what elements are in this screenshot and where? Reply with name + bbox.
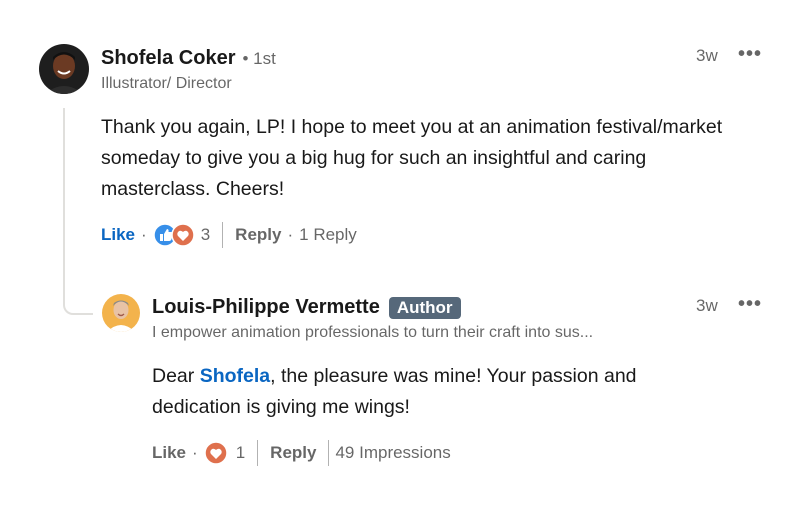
action-divider <box>222 222 224 248</box>
like-button[interactable]: Like <box>101 225 135 245</box>
love-icon <box>203 441 228 465</box>
reply-body: Dear Shofela, the pleasure was mine! You… <box>152 361 712 423</box>
separator-dot: · <box>192 443 198 462</box>
separator-dot: · <box>287 225 294 244</box>
more-options-icon[interactable]: ••• <box>738 44 762 64</box>
reaction-count: 3 <box>200 225 211 244</box>
reactions-summary[interactable]: 3 <box>152 223 211 247</box>
commenter-headline: Illustrator/ Director <box>101 75 232 92</box>
reply-author-name[interactable]: Louis-Philippe Vermette <box>152 296 380 319</box>
thread-connector <box>63 108 93 315</box>
action-divider <box>328 440 330 466</box>
reply-author-headline: I empower animation professionals to tur… <box>152 324 594 341</box>
reply-button[interactable]: Reply <box>235 225 281 245</box>
comment-timestamp: 3w <box>696 46 718 65</box>
separator-dot: · <box>141 225 147 244</box>
reply-author-avatar[interactable] <box>102 294 140 332</box>
commenter-name[interactable]: Shofela Coker <box>101 47 235 70</box>
reaction-count: 1 <box>235 443 246 462</box>
reply-body-prefix: Dear <box>152 365 200 387</box>
love-icon <box>170 223 195 247</box>
connection-degree: • 1st <box>242 49 276 68</box>
comment-body: Thank you again, LP! I hope to meet you … <box>101 116 723 200</box>
reaction-icons <box>152 223 195 247</box>
more-options-icon[interactable]: ••• <box>738 294 762 314</box>
reply-actions: Like · 1 Reply 49 Impressions <box>152 440 451 466</box>
replies-count[interactable]: 1 Reply <box>299 225 357 245</box>
author-badge: Author <box>388 296 461 319</box>
impressions-count: 49 Impressions <box>335 443 451 462</box>
commenter-avatar[interactable] <box>39 44 89 94</box>
mention-link[interactable]: Shofela <box>200 365 270 387</box>
reply-timestamp: 3w <box>696 296 718 315</box>
like-button[interactable]: Like <box>152 443 186 463</box>
reply-button[interactable]: Reply <box>270 443 316 463</box>
reactions-summary[interactable]: 1 <box>203 441 246 465</box>
comment-actions: Like · 3 Reply · 1 Reply <box>101 222 357 248</box>
action-divider <box>257 440 259 466</box>
